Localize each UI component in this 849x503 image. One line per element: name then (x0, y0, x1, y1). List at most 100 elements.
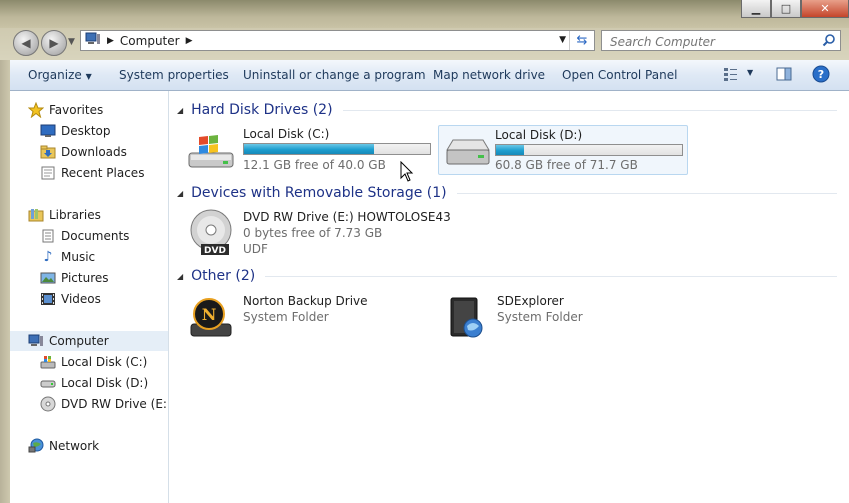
address-dropdown-icon[interactable]: ▼ (559, 35, 566, 45)
explorer-main: Favorites Desktop Downloads Recent Place… (10, 91, 849, 503)
system-properties-button[interactable]: System properties (119, 68, 229, 82)
window-frame-left (0, 28, 10, 503)
drive-free-space: 0 bytes free of 7.73 GB (243, 226, 383, 240)
dvd-badge-label: DVD (204, 246, 226, 256)
hard-drive-icon (40, 375, 56, 391)
sidebar-label: Local Disk (C:) (61, 355, 148, 369)
drive-free-space: 12.1 GB free of 40.0 GB (243, 158, 386, 172)
sidebar-label: Desktop (61, 124, 111, 138)
sidebar-item-local-disk-c[interactable]: Local Disk (C:) (40, 352, 168, 372)
sdexplorer-tile[interactable]: SDExplorer System Folder (435, 292, 685, 342)
maximize-button[interactable]: □ (771, 0, 801, 18)
forward-button[interactable]: ▶ (41, 30, 67, 56)
forward-arrow-icon: ▶ (49, 36, 59, 50)
drive-free-space: 60.8 GB free of 71.7 GB (495, 158, 638, 172)
drive-name: Local Disk (C:) (243, 127, 330, 141)
drive-tile-d[interactable]: Local Disk (D:) 60.8 GB free of 71.7 GB (438, 125, 688, 175)
sidebar-item-downloads[interactable]: Downloads (40, 142, 168, 162)
dvd-icon (40, 396, 56, 412)
organize-chevron-icon: ▼ (85, 72, 92, 81)
svg-text:?: ? (818, 68, 824, 81)
sidebar-item-favorites[interactable]: Favorites (28, 100, 168, 120)
search-icon[interactable] (822, 33, 836, 50)
search-input[interactable] (608, 32, 822, 51)
sidebar-item-recent-places[interactable]: Recent Places (40, 163, 168, 183)
drive-usage-fill (496, 145, 525, 155)
sidebar-item-network[interactable]: Network (28, 436, 168, 456)
sidebar-item-local-disk-d[interactable]: Local Disk (D:) (40, 373, 168, 393)
window-controls: ▁ □ ✕ (741, 0, 849, 18)
sidebar-label: Local Disk (D:) (61, 376, 149, 390)
sidebar-label: Music (61, 250, 96, 264)
change-view-button[interactable] (723, 66, 739, 85)
map-network-drive-button[interactable]: Map network drive (433, 68, 545, 82)
search-box[interactable] (601, 30, 841, 51)
collapse-triangle-icon[interactable]: ◢ (177, 106, 183, 115)
open-control-panel-button[interactable]: Open Control Panel (562, 68, 677, 82)
item-type: System Folder (243, 310, 329, 324)
sidebar-item-videos[interactable]: Videos (40, 289, 168, 309)
back-arrow-icon: ◀ (21, 36, 31, 50)
close-button[interactable]: ✕ (801, 0, 849, 18)
command-bar: Organize ▼ System properties Uninstall o… (10, 60, 849, 91)
minimize-button[interactable]: ▁ (741, 0, 771, 18)
group-header-other[interactable]: ◢ Other (2) (177, 265, 837, 287)
group-divider (265, 275, 837, 277)
preview-pane-button[interactable] (776, 66, 792, 85)
sidebar-item-computer[interactable]: Computer (10, 331, 168, 351)
refresh-icon: ⇆ (576, 33, 588, 48)
breadcrumb-chevron-icon[interactable]: ▶ (186, 36, 193, 46)
title-bar: ▁ □ ✕ (0, 0, 849, 28)
sidebar-item-documents[interactable]: Documents (40, 226, 168, 246)
minimize-icon: ▁ (751, 2, 761, 15)
preview-pane-icon (776, 67, 792, 81)
hard-drive-icon (446, 139, 490, 165)
address-bar[interactable]: ▶ Computer ▶ ▼ ⇆ (80, 30, 595, 51)
desktop-icon (40, 123, 56, 139)
star-icon (28, 102, 44, 118)
mouse-cursor-icon (400, 161, 414, 182)
item-name: Norton Backup Drive (243, 294, 368, 308)
group-title: Devices with Removable Storage (1) (191, 185, 447, 201)
sidebar-item-music[interactable]: ♪ Music (40, 247, 168, 267)
drive-name: DVD RW Drive (E:) HOWTOLOSE43 (243, 210, 451, 224)
group-divider (456, 192, 837, 194)
network-icon (28, 438, 44, 454)
group-title: Hard Disk Drives (2) (191, 102, 333, 118)
view-options-chevron-icon[interactable]: ▼ (747, 68, 753, 77)
norton-backup-tile[interactable]: N Norton Backup Drive System Folder (181, 292, 431, 342)
sdexplorer-icon (450, 297, 483, 338)
sidebar-item-dvd-drive[interactable]: DVD RW Drive (E:) HOWTOLOSE43 (40, 394, 168, 414)
windows-drive-icon (40, 354, 56, 370)
sidebar-item-pictures[interactable]: Pictures (40, 268, 168, 288)
uninstall-program-button[interactable]: Uninstall or change a program (243, 68, 426, 82)
content-pane: ◢ Hard Disk Drives (2) Local Disk (C:) 1… (169, 91, 849, 503)
drive-usage-bar (495, 144, 683, 156)
dvd-drive-tile[interactable]: DVD DVD RW Drive (E:) HOWTOLOSE43 0 byte… (181, 208, 481, 262)
sidebar-label: Downloads (61, 145, 127, 159)
group-header-hard-disk-drives[interactable]: ◢ Hard Disk Drives (2) (177, 99, 837, 121)
drive-tile-c[interactable]: Local Disk (C:) 12.1 GB free of 40.0 GB (181, 125, 431, 175)
sidebar-item-libraries[interactable]: Libraries (28, 205, 168, 225)
help-icon: ? (812, 65, 830, 83)
help-button[interactable]: ? (812, 65, 830, 86)
videos-icon (40, 291, 56, 307)
sidebar-item-desktop[interactable]: Desktop (40, 121, 168, 141)
item-name: SDExplorer (497, 294, 564, 308)
organize-button[interactable]: Organize ▼ (28, 68, 92, 82)
group-header-removable-storage[interactable]: ◢ Devices with Removable Storage (1) (177, 182, 837, 204)
recent-pages-dropdown[interactable]: ▼ (68, 37, 75, 47)
collapse-triangle-icon[interactable]: ◢ (177, 189, 183, 198)
group-divider (342, 109, 837, 111)
back-button[interactable]: ◀ (13, 30, 39, 56)
svg-text:N: N (202, 305, 217, 324)
refresh-button[interactable]: ⇆ (569, 31, 594, 50)
organize-label: Organize (28, 68, 82, 82)
drive-usage-bar (243, 143, 431, 155)
breadcrumb-computer[interactable]: Computer (120, 34, 180, 48)
collapse-triangle-icon[interactable]: ◢ (177, 272, 183, 281)
sidebar-label: Computer (49, 334, 109, 348)
sidebar-label: Network (49, 439, 100, 453)
drive-usage-fill (244, 144, 374, 154)
breadcrumb-separator-icon[interactable]: ▶ (107, 36, 114, 46)
